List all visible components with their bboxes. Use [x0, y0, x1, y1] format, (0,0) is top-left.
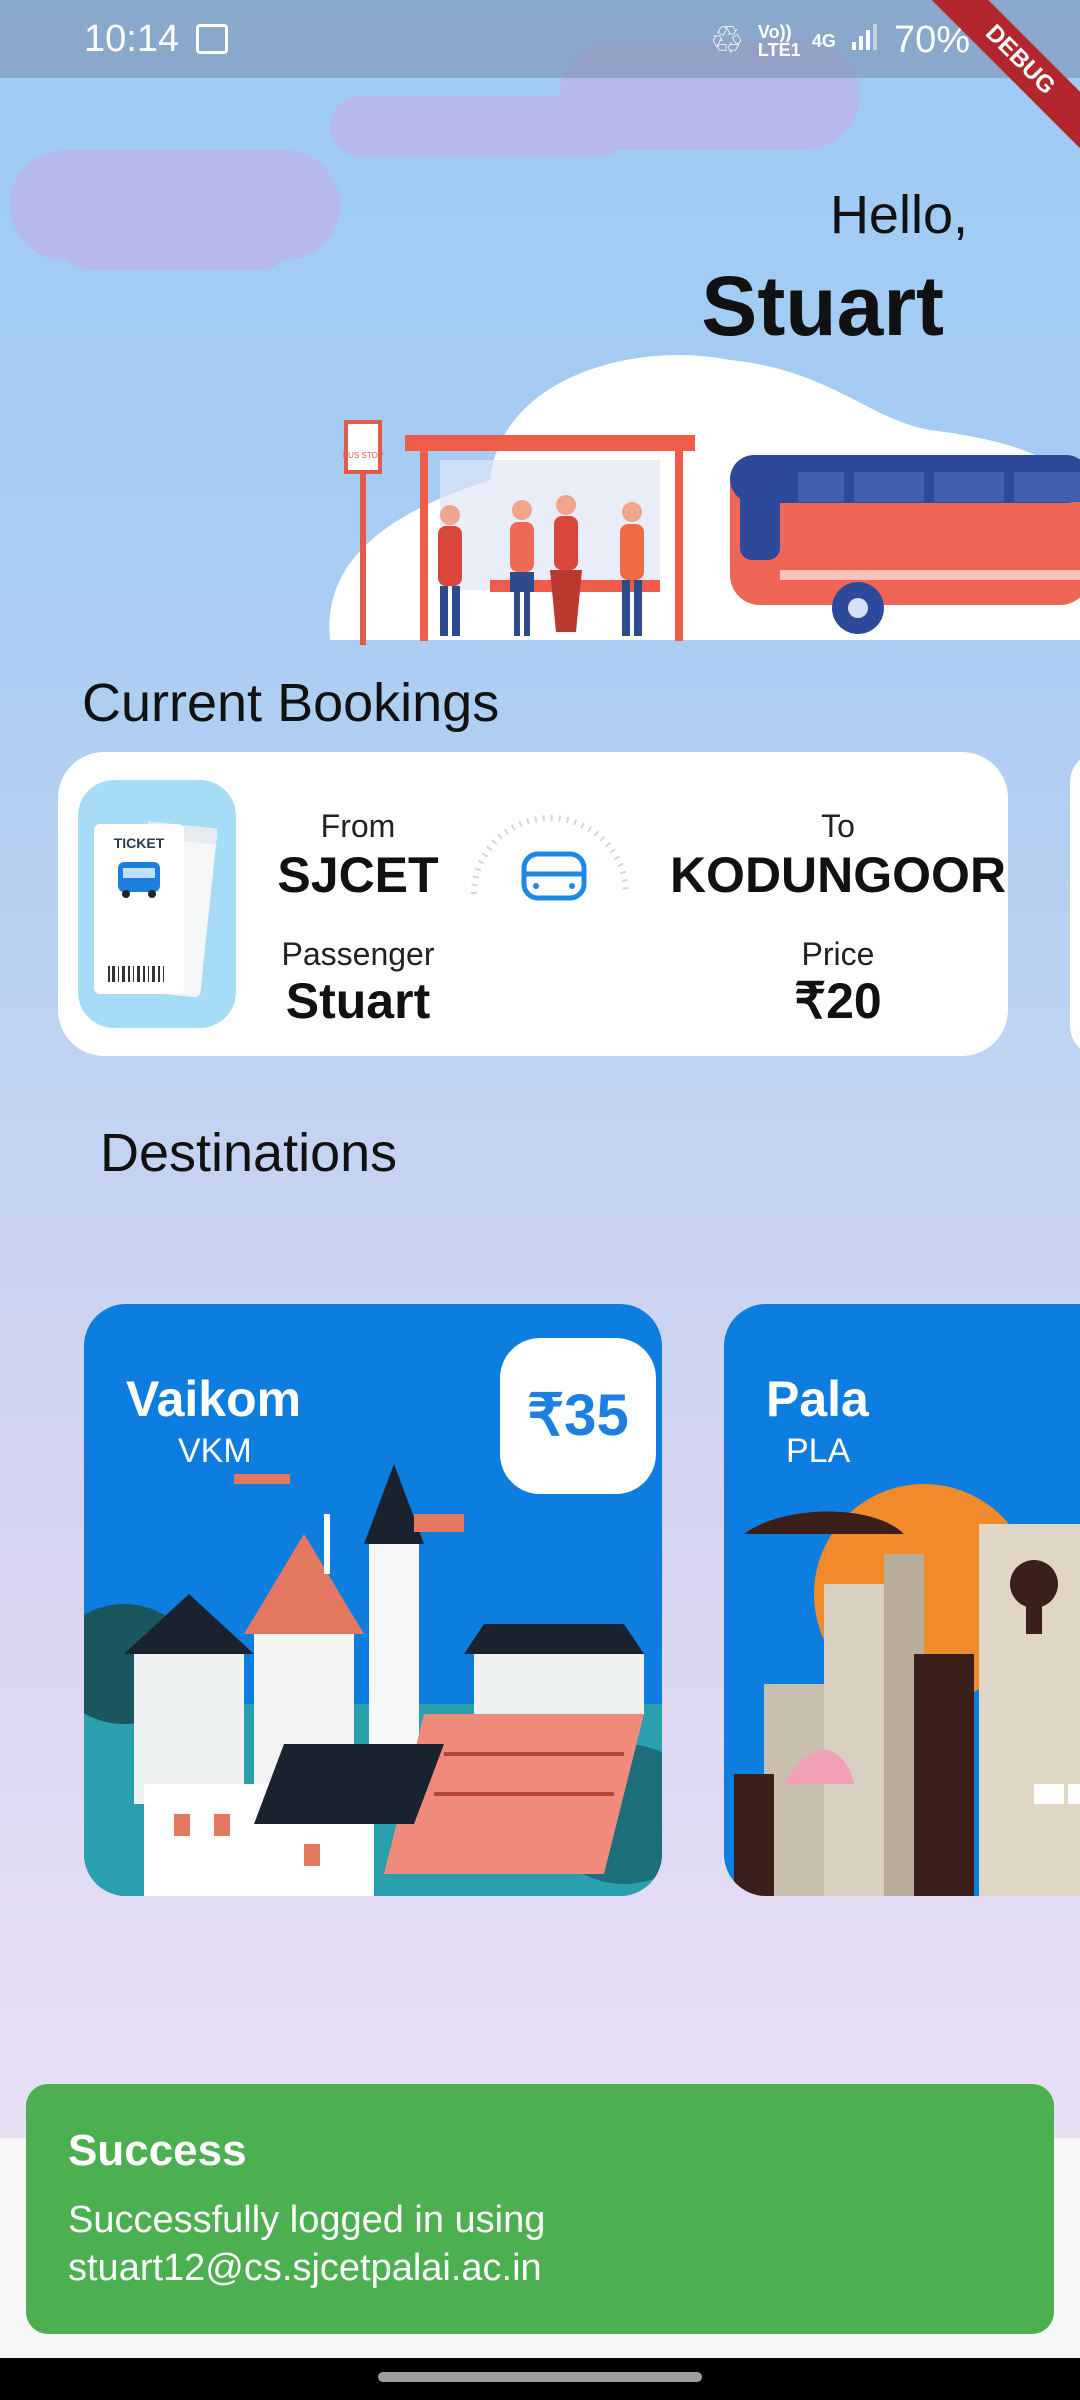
image-notification-icon: [196, 24, 228, 54]
destination-name: Pala: [766, 1371, 869, 1427]
volte-indicator: Vo)) LTE1: [757, 21, 801, 60]
destination-code: VKM: [178, 1432, 252, 1470]
bus-stop-sign-text: BUS STOP: [343, 451, 383, 460]
snackbar-message: Successfully logged in using stuart12@cs…: [68, 2199, 546, 2289]
home-gesture-handle[interactable]: [378, 2372, 702, 2382]
passenger-value: Stuart: [285, 973, 431, 1029]
passenger-label: Passenger: [281, 936, 435, 972]
destination-name: Vaikom: [126, 1371, 302, 1427]
ticket-text: TICKET: [114, 835, 165, 851]
greeting-hello: Hello,: [829, 185, 968, 245]
recycle-icon: ♲: [709, 20, 744, 62]
network-type: 4G: [811, 30, 836, 51]
system-nav-bar: [0, 2358, 1080, 2400]
cloud-decoration: [60, 210, 290, 270]
destination-price-badge: ₹35: [500, 1338, 656, 1494]
home-screen: 10:14 ♲ Vo)) LTE1 4G 70% DEBUG Hello, St…: [0, 0, 1080, 2400]
current-bookings-heading: Current Bookings: [82, 673, 500, 733]
bus-route-icon: [471, 815, 629, 901]
destination-card-vaikom[interactable]: Vaikom VKM ₹35: [84, 1304, 662, 1896]
vaikom-town-illustration: [84, 1464, 662, 1896]
pala-city-illustration: [734, 1484, 1080, 1896]
snackbar-title: Success: [68, 2126, 247, 2175]
destination-code: PLA: [786, 1432, 851, 1470]
price-label: Price: [801, 936, 875, 972]
bus-stop-illustration: BUS STOP: [329, 355, 1080, 645]
from-label: From: [320, 808, 396, 844]
destination-card-pala[interactable]: Pala PLA: [724, 1304, 1080, 1896]
ticket-icon: TICKET: [78, 780, 236, 1028]
from-value: SJCET: [277, 847, 439, 903]
signal-icon: [850, 19, 880, 62]
success-snackbar[interactable]: Success Successfully logged in using stu…: [26, 2084, 1054, 2334]
price-value: ₹20: [794, 973, 882, 1029]
status-bar: 10:14 ♲ Vo)) LTE1 4G 70% DEBUG: [0, 0, 1080, 167]
to-value: KODUNGOOR: [669, 847, 1007, 903]
to-label: To: [821, 808, 855, 844]
booking-card[interactable]: TICKET From SJCET Passenger Stuart To KO…: [58, 752, 1008, 1056]
status-icons: ♲ Vo)) LTE1 4G 70%: [710, 18, 970, 63]
destinations-heading: Destinations: [100, 1123, 398, 1183]
next-booking-card[interactable]: [1070, 752, 1080, 1056]
status-time: 10:14: [84, 18, 180, 60]
